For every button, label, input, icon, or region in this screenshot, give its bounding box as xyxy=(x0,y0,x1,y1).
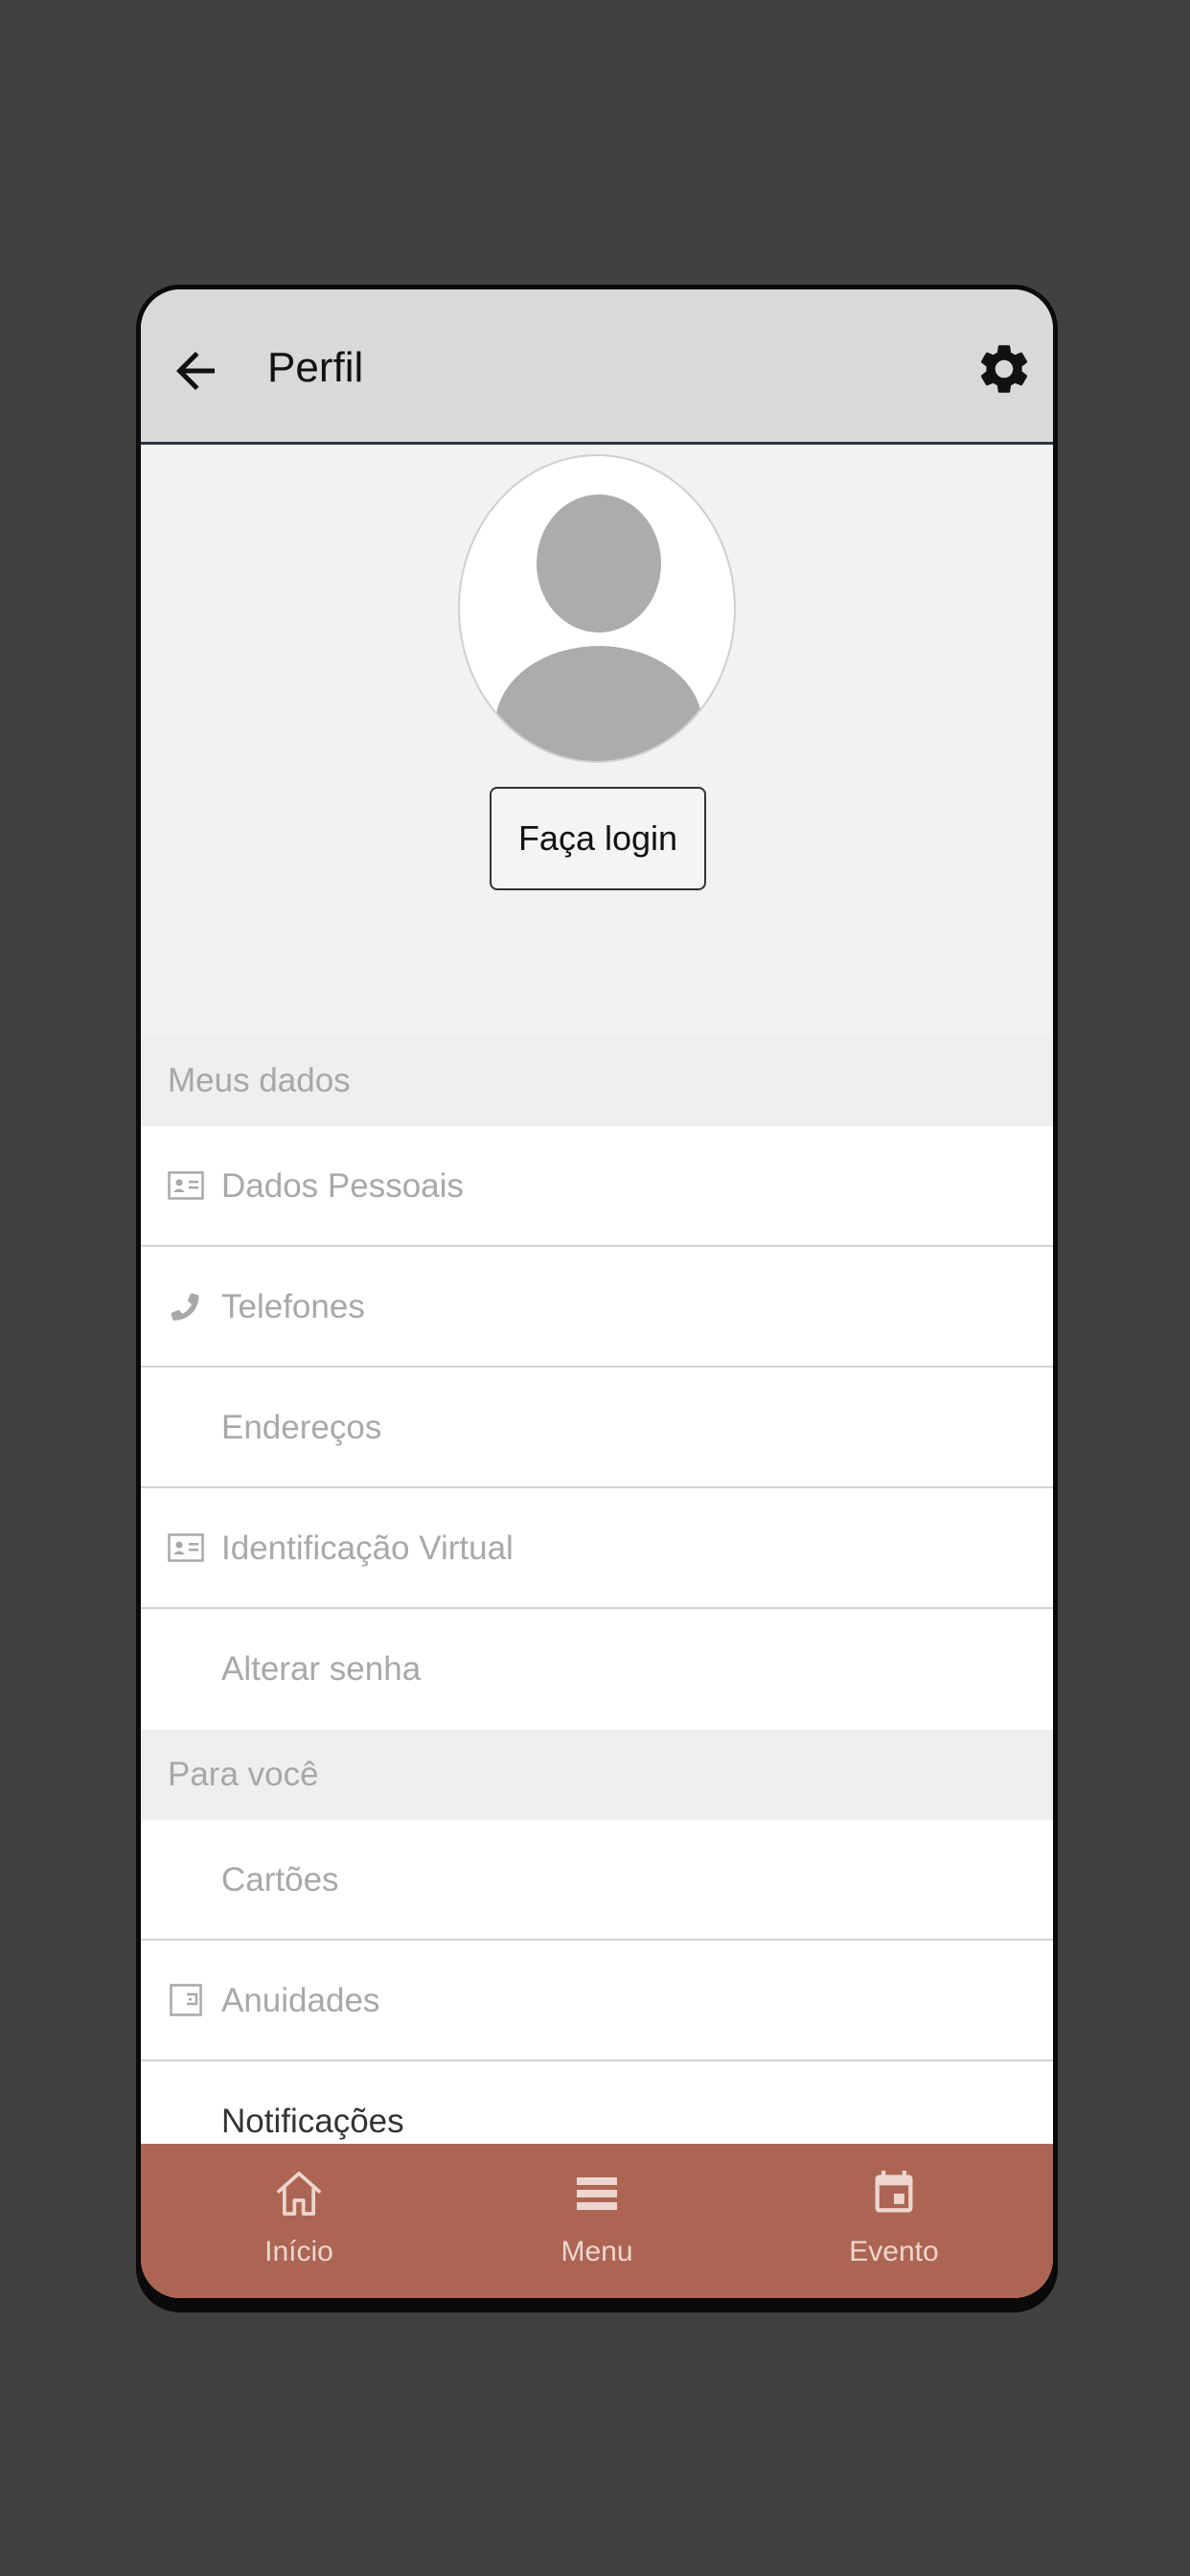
phone-icon xyxy=(168,1288,204,1324)
section-header-para-voce: Para você xyxy=(141,1730,1053,1820)
back-button[interactable] xyxy=(162,337,229,404)
calendar-icon xyxy=(865,2165,923,2222)
page-title: Perfil xyxy=(267,344,364,391)
list-item-label: Endereços xyxy=(221,1409,382,1446)
nav-item-inicio[interactable]: Início xyxy=(203,2144,395,2298)
list-item-label: Dados Pessoais xyxy=(221,1167,464,1205)
nav-item-evento[interactable]: Evento xyxy=(798,2144,990,2298)
list-item-label: Alterar senha xyxy=(221,1650,422,1688)
menu-icon xyxy=(568,2165,626,2222)
settings-button[interactable] xyxy=(973,337,1036,401)
nav-item-menu[interactable]: Menu xyxy=(501,2144,693,2298)
list-item-alterar-senha[interactable]: Alterar senha xyxy=(141,1609,1053,1730)
bottom-nav: Início Menu Evento xyxy=(141,2144,1053,2298)
list-item-telefones[interactable]: Telefones xyxy=(141,1247,1053,1368)
section-header-meus-dados: Meus dados xyxy=(141,1036,1053,1126)
list-item-label: Identificação Virtual xyxy=(221,1530,514,1567)
id-card-icon xyxy=(168,1167,204,1204)
nav-label: Início xyxy=(264,2236,333,2267)
app-header: Perfil xyxy=(141,289,1053,445)
login-button[interactable]: Faça login xyxy=(490,787,706,890)
phone-frame: Perfil Faça login Meus dados Dados Pesso… xyxy=(136,285,1058,2303)
wallet-icon xyxy=(168,1982,204,2018)
id-card-icon xyxy=(168,1530,204,1566)
list-item-enderecos[interactable]: Endereços xyxy=(141,1368,1053,1488)
list-item-cartoes[interactable]: Cartões xyxy=(141,1820,1053,1941)
list-item-label: Anuidades xyxy=(221,1982,380,2019)
list-item-anuidades[interactable]: Anuidades xyxy=(141,1941,1053,2061)
home-icon xyxy=(270,2165,328,2222)
nav-label: Evento xyxy=(849,2236,939,2267)
gear-icon xyxy=(980,345,1028,393)
list-item-identificacao-virtual[interactable]: Identificação Virtual xyxy=(141,1488,1053,1609)
list-item-label: Telefones xyxy=(221,1288,365,1325)
list-item-label: Cartões xyxy=(221,1861,339,1898)
avatar xyxy=(458,454,736,763)
user-avatar-icon xyxy=(495,494,702,761)
nav-label: Menu xyxy=(561,2236,633,2267)
arrow-left-icon xyxy=(176,352,215,390)
list-item-dados-pessoais[interactable]: Dados Pessoais xyxy=(141,1126,1053,1247)
